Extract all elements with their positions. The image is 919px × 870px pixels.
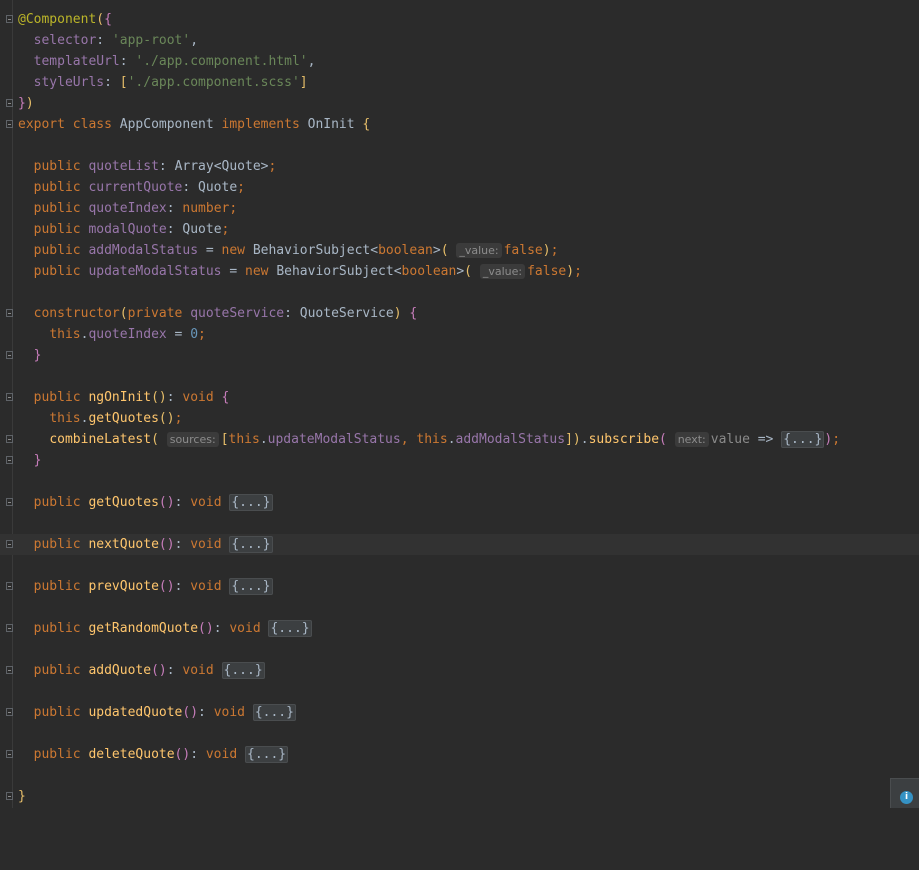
code-line-close[interactable]: } [0,345,919,366]
code-line-call[interactable]: this.getQuotes(); [0,408,919,429]
fold-icon[interactable] [6,792,13,800]
code-line-close[interactable]: } [0,450,919,471]
string-literal: './app.component.html' [135,54,308,69]
fold-icon[interactable] [6,666,13,674]
fold-icon[interactable] [6,120,13,128]
code-line-field[interactable]: public currentQuote: Quote; [0,177,919,198]
fold-icon[interactable] [6,750,13,758]
fold-icon[interactable] [6,393,13,401]
code-line-combine[interactable]: combineLatest( sources: [this.updateModal… [0,429,919,450]
code-line-field[interactable]: public quoteList: Array<Quote>; [0,156,919,177]
string-literal: './app.component.scss' [127,75,300,90]
code-line-method[interactable]: public getQuotes(): void {...} [0,492,919,513]
code-line-class-close[interactable]: } [0,786,919,807]
folded-block[interactable]: {...} [268,620,312,637]
code-line-method[interactable]: public addQuote(): void {...} [0,660,919,681]
string-literal: 'app-root' [111,33,191,48]
property-key: selector [33,33,97,48]
code-line-ngoninit[interactable]: public ngOnInit(): void { [0,387,919,408]
code-line-method[interactable]: public prevQuote(): void {...} [0,576,919,597]
folded-block[interactable]: {...} [229,494,273,511]
event-log-button[interactable]: i [890,778,919,808]
fold-icon[interactable] [6,456,13,464]
code-line-6[interactable]: export class AppComponent implements OnI… [0,114,919,135]
fold-icon[interactable] [6,99,13,107]
parameter-hint: _value: [456,243,502,258]
fold-icon[interactable] [6,624,13,632]
code-line-subject[interactable]: public updateModalStatus = new BehaviorS… [0,261,919,282]
code-line-method-current[interactable]: public nextQuote(): void {...} [0,534,919,555]
code-line-4[interactable]: styleUrls: ['./app.component.scss'] [0,72,919,93]
fold-icon[interactable] [6,15,13,23]
code-line-2[interactable]: selector: 'app-root', [0,30,919,51]
folded-block[interactable]: {...} [229,536,273,553]
code-line-method[interactable]: public updatedQuote(): void {...} [0,702,919,723]
code-line-method[interactable]: public getRandomQuote(): void {...} [0,618,919,639]
fold-icon[interactable] [6,309,13,317]
folded-block[interactable]: {...} [229,578,273,595]
info-icon: i [900,791,913,804]
property-key: styleUrls [33,75,105,90]
folded-block[interactable]: {...} [252,704,296,721]
fold-icon[interactable] [6,498,13,506]
property-key: templateUrl [33,54,120,69]
code-line-3[interactable]: templateUrl: './app.component.html', [0,51,919,72]
code-editor[interactable]: @Component({ selector: 'app-root', templ… [0,0,919,808]
code-line-field[interactable]: public quoteIndex: number; [0,198,919,219]
code-line-subject[interactable]: public addModalStatus = new BehaviorSubj… [0,240,919,261]
fold-icon[interactable] [6,582,13,590]
code-line-constructor[interactable]: constructor(private quoteService: QuoteS… [0,303,919,324]
fold-icon[interactable] [6,435,13,443]
code-line-method[interactable]: public deleteQuote(): void {...} [0,744,919,765]
code-line-assign[interactable]: this.quoteIndex = 0; [0,324,919,345]
fold-icon[interactable] [6,540,13,548]
parameter-hint: sources: [166,432,219,447]
fold-icon[interactable] [6,351,13,359]
fold-icon[interactable] [6,708,13,716]
decorator: @Component [18,12,97,27]
code-line-field[interactable]: public modalQuote: Quote; [0,219,919,240]
folded-block[interactable]: {...} [245,746,289,763]
code-line-1[interactable]: @Component({ [0,9,919,30]
code-line-5[interactable]: }) [0,93,919,114]
folded-block[interactable]: {...} [221,662,265,679]
folded-block[interactable]: {...} [781,431,825,448]
parameter-hint: next: [674,432,709,447]
parameter-hint: _value: [479,264,526,279]
class-name: AppComponent [119,117,214,132]
